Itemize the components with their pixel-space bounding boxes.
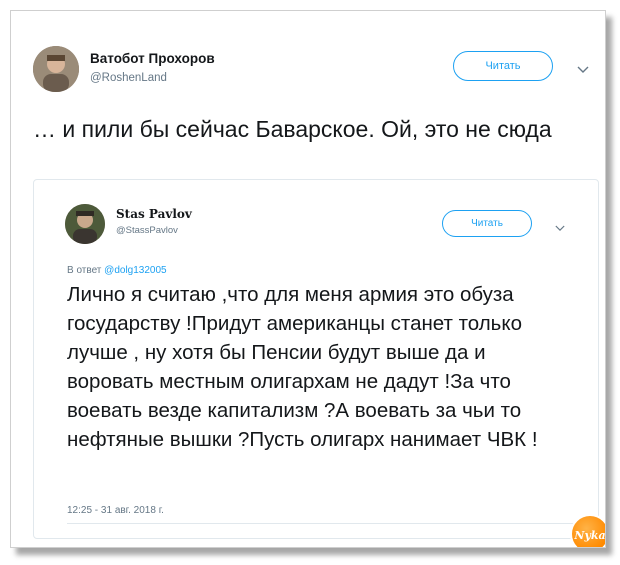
tweet-card: Ватобот Прохоров @RoshenLand Читать … и …	[10, 10, 606, 548]
quoted-author-avatar[interactable]	[65, 204, 105, 244]
reply-to: В ответ @dolg132005	[67, 265, 167, 276]
follow-button[interactable]: Читать	[453, 51, 553, 81]
quoted-chevron-down-icon[interactable]	[555, 219, 565, 231]
tweet-text: … и пили бы сейчас Баварское. Ой, это не…	[33, 116, 552, 142]
author-name[interactable]: Ватобот Прохоров	[90, 51, 215, 66]
author-handle[interactable]: @RoshenLand	[90, 72, 167, 84]
quoted-tweet[interactable]: Stas Pavlov @StassPavlov Читать В ответ …	[33, 179, 599, 539]
quoted-tweet-text: Лично я считаю ,что для меня армия это о…	[67, 283, 538, 451]
quoted-author-handle[interactable]: @StassPavlov	[116, 225, 178, 236]
reply-to-prefix: В ответ	[67, 265, 102, 276]
quoted-author-name[interactable]: Stas Pavlov	[116, 207, 192, 221]
watermark-logo: Nyka	[570, 514, 605, 547]
tweet-timestamp[interactable]: 12:25 - 31 авг. 2018 г.	[67, 505, 164, 516]
avatar-image	[33, 46, 79, 92]
quoted-avatar-image	[65, 204, 105, 244]
author-avatar[interactable]	[33, 46, 79, 92]
chevron-down-icon[interactable]	[577, 61, 589, 73]
quoted-follow-button[interactable]: Читать	[442, 210, 532, 237]
reply-to-handle[interactable]: @dolg132005	[104, 265, 166, 276]
divider	[67, 523, 577, 524]
